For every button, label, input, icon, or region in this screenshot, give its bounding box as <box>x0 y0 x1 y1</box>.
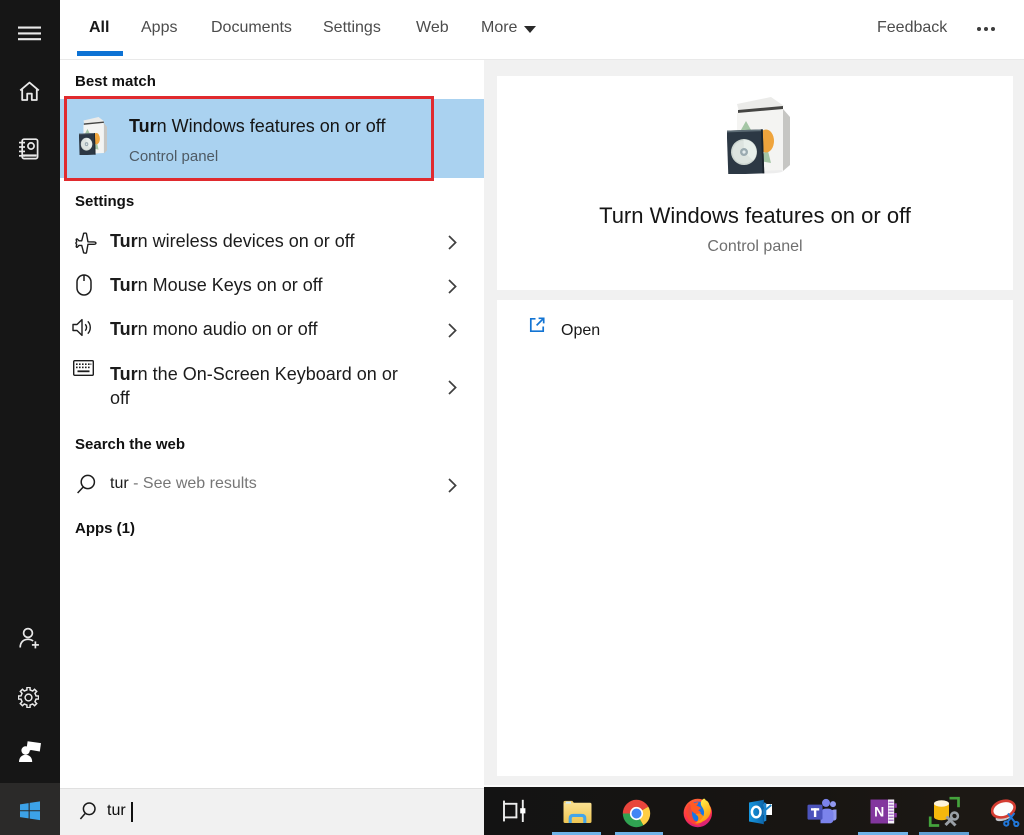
svg-text:N: N <box>874 804 884 820</box>
